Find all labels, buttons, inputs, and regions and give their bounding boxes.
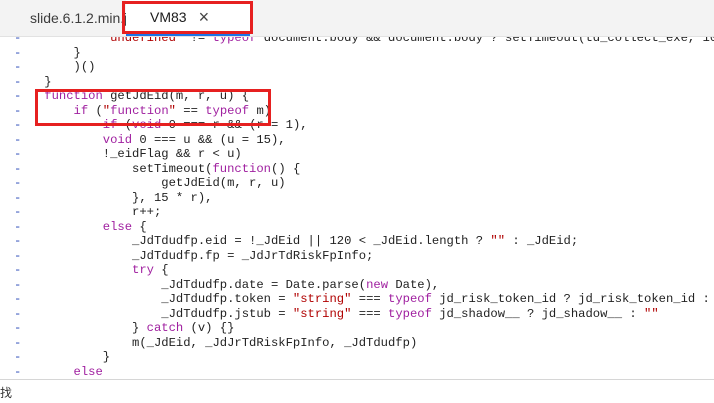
code-line[interactable]: - getJdEid(m, r, u)	[0, 176, 714, 191]
close-icon[interactable]: ×	[199, 8, 210, 26]
code-line[interactable]: - }, 15 * r),	[0, 191, 714, 206]
code-text: void 0 === u && (u = 15),	[102, 132, 286, 147]
code-line[interactable]: - try {	[0, 263, 714, 278]
code-text: }	[15, 350, 111, 364]
code-text: _JdTdudfp.fp = _JdJrTdRiskFpInfo;	[15, 248, 374, 263]
tab-vm83[interactable]: VM83 ×	[126, 0, 250, 36]
tab-slide-min-js[interactable]: slide.6.1.2.min.js	[0, 0, 134, 36]
tab-label: VM83	[150, 9, 187, 25]
code-text: r++;	[15, 205, 162, 219]
tab-label: slide.6.1.2.min.js	[30, 10, 135, 26]
code-line[interactable]: - _JdTdudfp.fp = _JdJrTdRiskFpInfo;	[0, 249, 714, 264]
code-text: }	[15, 74, 52, 89]
code-text: if ("function" == typeof m)	[73, 103, 272, 118]
code-text: }	[15, 45, 81, 60]
code-line[interactable]: - r++;	[0, 205, 714, 220]
code-line[interactable]: - if ("function" == typeof m)	[0, 104, 714, 119]
bottom-panel: 找	[0, 379, 714, 403]
code-text: } catch (v) {}	[15, 321, 235, 335]
code-line[interactable]: - }	[0, 350, 714, 365]
code-text: getJdEid(m, r, u)	[15, 176, 286, 190]
bottom-panel-label: 找	[0, 386, 13, 400]
code-text: }, 15 * r),	[15, 190, 213, 205]
code-line[interactable]: - if (void 0 === r && (r = 1),	[0, 118, 714, 133]
code-text: m(_JdEid, _JdJrTdRiskFpInfo, _JdTdudfp)	[15, 335, 418, 350]
code-line[interactable]: - } catch (v) {}	[0, 321, 714, 336]
code-text: else	[73, 364, 103, 379]
code-line[interactable]: - void 0 === u && (u = 15),	[0, 133, 714, 148]
code-text: _JdTdudfp.jstub = "string" === typeof jd…	[15, 306, 659, 321]
code-line[interactable]: - function getJdEid(m, r, u) {	[0, 89, 714, 104]
code-text: function getJdEid(m, r, u) {	[44, 89, 250, 103]
code-line[interactable]: - _JdTdudfp.date = Date.parse(new Date),	[0, 278, 714, 293]
code-text: )()	[15, 60, 96, 74]
code-line[interactable]: - _JdTdudfp.eid = !_JdEid || 120 < _JdEi…	[0, 234, 714, 249]
code-line[interactable]: - else	[0, 365, 714, 380]
code-text: _JdTdudfp.eid = !_JdEid || 120 < _JdEid.…	[15, 234, 579, 248]
code-text: setTimeout(function() {	[15, 161, 301, 176]
code-line[interactable]: - }	[0, 46, 714, 61]
code-line[interactable]: - !_eidFlag && r < u)	[0, 147, 714, 162]
code-text: if (void 0 === r && (r = 1),	[102, 118, 308, 132]
code-line[interactable]: - _JdTdudfp.jstub = "string" === typeof …	[0, 307, 714, 322]
code-text: !_eidFlag && r < u)	[15, 147, 242, 161]
code-text: _JdTdudfp.token = "string" === typeof jd…	[15, 292, 714, 306]
editor-tab-bar: slide.6.1.2.min.js VM83 ×	[0, 0, 714, 37]
code-line[interactable]: - m(_JdEid, _JdJrTdRiskFpInfo, _JdTdudfp…	[0, 336, 714, 351]
code-text: try {	[132, 263, 169, 277]
code-editor[interactable]: - "undefined" != typeof document.body &&…	[0, 37, 714, 379]
code-line[interactable]: - )()	[0, 60, 714, 75]
code-line[interactable]: - setTimeout(function() {	[0, 162, 714, 177]
code-text: else {	[102, 219, 147, 234]
code-line[interactable]: - _JdTdudfp.token = "string" === typeof …	[0, 292, 714, 307]
code-text: _JdTdudfp.date = Date.parse(new Date),	[15, 277, 440, 292]
code-line[interactable]: - }	[0, 75, 714, 90]
code-line[interactable]: - else {	[0, 220, 714, 235]
